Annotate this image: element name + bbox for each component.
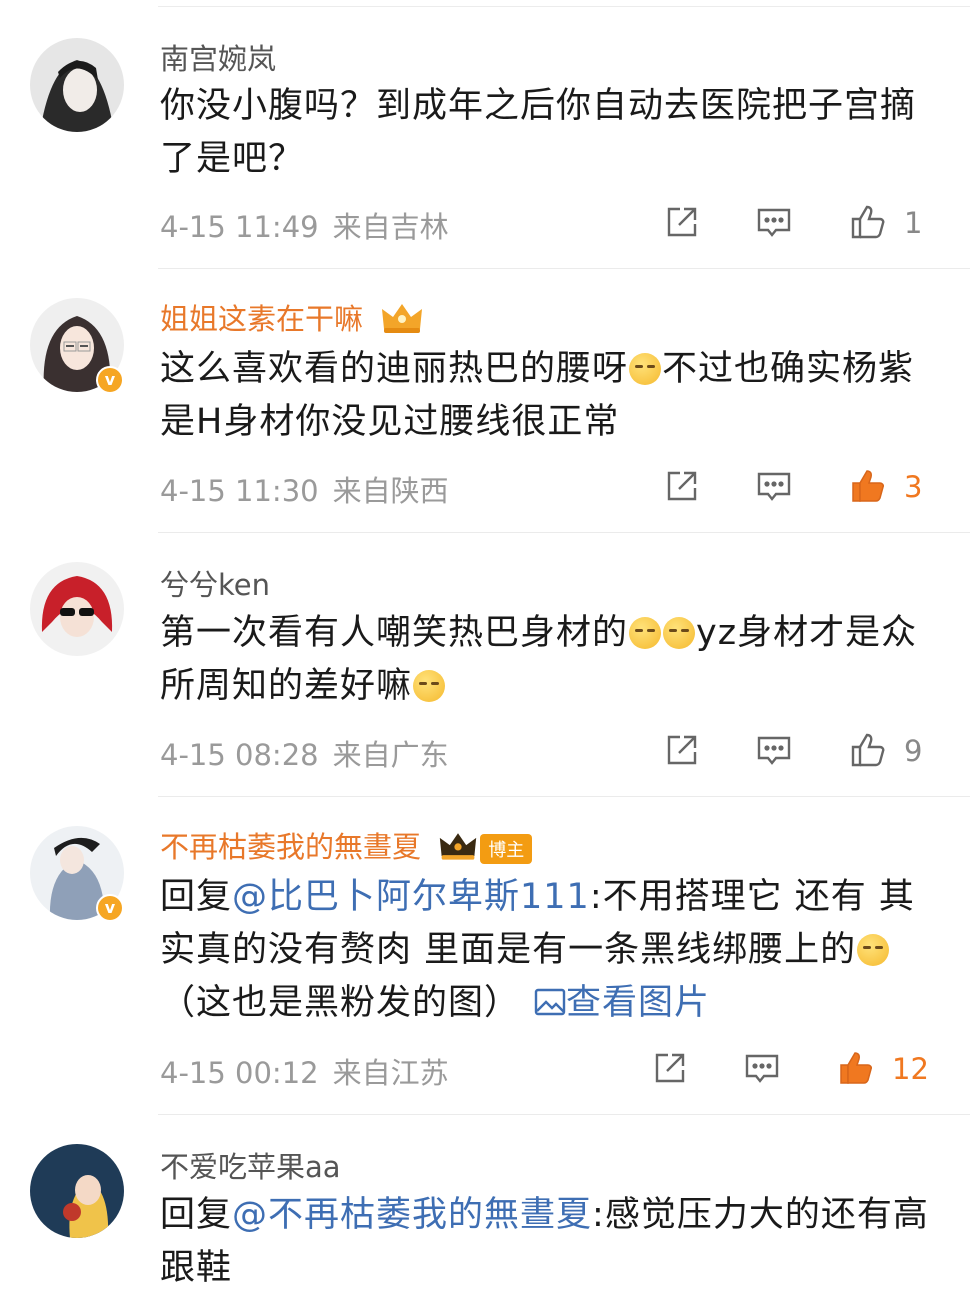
reply-prefix: 回复: [160, 877, 233, 917]
share-icon[interactable]: [662, 466, 706, 510]
mention-link[interactable]: @比巴卜阿尔卑斯111: [232, 877, 590, 917]
comment-text-part: 这么喜欢看的迪丽热巴的腰呀: [160, 349, 629, 389]
avatar[interactable]: [30, 1144, 124, 1238]
comment-text-part: （这也是黑粉发的图）: [160, 983, 521, 1023]
username-text: 姐姐这素在干嘛: [160, 302, 364, 336]
mention-link[interactable]: @不再枯萎我的無晝夏: [232, 1195, 592, 1235]
comment-text: 这么喜欢看的迪丽热巴的腰呀 不过也确实杨紫是H身材你没见过腰线很正常: [160, 343, 950, 449]
top-divider: [158, 6, 970, 7]
comment-icon[interactable]: [754, 730, 798, 774]
crown-icon: [380, 301, 424, 342]
username-text: 不再枯萎我的無晝夏: [160, 830, 422, 864]
verified-badge-icon: v: [96, 894, 124, 922]
username[interactable]: 南宫婉岚: [160, 36, 276, 78]
image-icon: [534, 988, 566, 1016]
location: 来自江苏: [332, 1056, 449, 1090]
verified-badge-icon: v: [96, 366, 124, 394]
comment-icon[interactable]: [754, 202, 798, 246]
divider: [158, 532, 970, 533]
thumbs-up-icon[interactable]: [848, 466, 892, 510]
emoji-icon: [629, 353, 662, 385]
emoji-icon: [663, 617, 696, 649]
location: 来自陕西: [332, 474, 449, 508]
comment-meta: 4-15 08:28 来自广东: [160, 732, 449, 774]
comment-meta: 4-15 11:49 来自吉林: [160, 204, 449, 246]
avatar[interactable]: [30, 562, 124, 656]
action-bar: 12: [640, 1048, 970, 1092]
share-icon[interactable]: [650, 1048, 694, 1092]
action-bar: 9: [640, 730, 970, 774]
username[interactable]: 不爱吃苹果aa: [160, 1144, 341, 1186]
comment-text: 你没小腹吗？到成年之后你自动去医院把子宫摘了是吧？: [160, 86, 917, 179]
timestamp: 4-15 11:30: [160, 474, 319, 508]
timestamp: 4-15 08:28: [160, 738, 319, 772]
share-icon[interactable]: [662, 730, 706, 774]
timestamp: 4-15 00:12: [160, 1056, 319, 1090]
timestamp: 4-15 11:49: [160, 210, 319, 244]
comment-text-part: 第一次看有人嘲笑热巴身材的: [160, 613, 629, 653]
emoji-icon: [629, 617, 662, 649]
comment-icon[interactable]: [754, 466, 798, 510]
comment-text: 回复@比巴卜阿尔卑斯111:不用搭理它 还有 其实真的没有赘肉 里面是有一条黑线…: [160, 871, 950, 1030]
username[interactable]: 姐姐这素在干嘛: [160, 296, 424, 342]
like-count: 9: [904, 734, 923, 768]
comment-icon[interactable]: [742, 1048, 786, 1092]
divider: [158, 268, 970, 269]
thumbs-up-icon[interactable]: [848, 202, 892, 246]
username[interactable]: 兮兮ken: [160, 562, 270, 604]
thumbs-up-icon[interactable]: [836, 1048, 880, 1092]
like-count: 12: [892, 1052, 929, 1086]
view-image-label: 查看图片: [566, 983, 711, 1023]
like-count: 1: [904, 206, 923, 240]
username[interactable]: 不再枯萎我的無晝夏 博主: [160, 824, 533, 869]
comment-meta: 4-15 00:12 来自江苏: [160, 1050, 449, 1092]
avatar[interactable]: [30, 38, 124, 132]
emoji-icon: [413, 670, 446, 702]
action-bar: 3: [640, 466, 970, 510]
emoji-icon: [857, 934, 890, 966]
location: 来自广东: [332, 738, 449, 772]
like-count: 3: [904, 470, 923, 504]
divider: [158, 1114, 970, 1115]
crown-icon: [438, 830, 478, 869]
location: 来自吉林: [332, 210, 449, 244]
comment-text: 回复@不再枯萎我的無晝夏:感觉压力大的还有高跟鞋: [160, 1189, 950, 1295]
share-icon[interactable]: [662, 202, 706, 246]
blogger-badge: 博主: [480, 834, 533, 864]
action-bar: 1: [640, 202, 970, 246]
comment-meta: 4-15 11:30 来自陕西: [160, 468, 449, 510]
reply-prefix: 回复: [160, 1195, 233, 1235]
view-image-link[interactable]: 查看图片: [534, 983, 710, 1023]
divider: [158, 796, 970, 797]
thumbs-up-icon[interactable]: [848, 730, 892, 774]
comment-text: 第一次看有人嘲笑热巴身材的 yz身材才是众所周知的差好嘛: [160, 607, 950, 713]
